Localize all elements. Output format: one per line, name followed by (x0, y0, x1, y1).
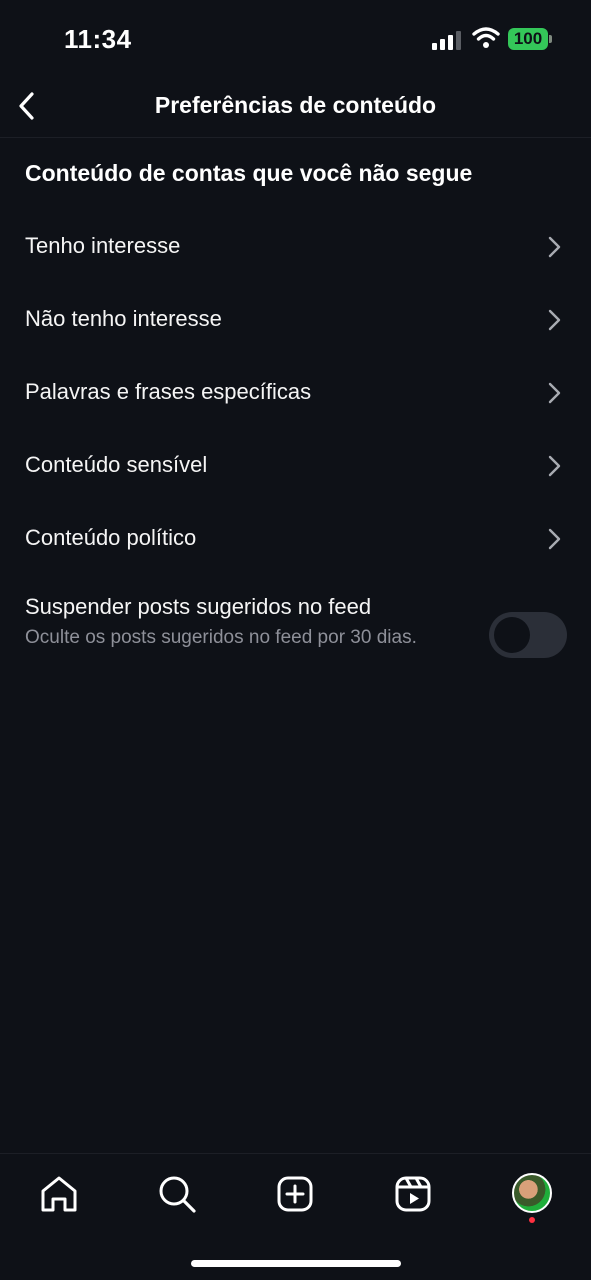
chevron-right-icon (548, 236, 561, 258)
menu-item-label: Conteúdo sensível (25, 452, 208, 477)
snooze-toggle[interactable] (489, 612, 567, 658)
content-preferences-screen: 11:34 100 Preferências de conteúdo Conte… (0, 0, 591, 1280)
header: Preferências de conteúdo (0, 76, 591, 138)
battery-level: 100 (513, 29, 543, 48)
home-icon[interactable] (37, 1172, 81, 1216)
status-bar: 11:34 100 (0, 0, 591, 76)
section-title: Conteúdo de contas que você não segue (25, 160, 473, 186)
battery-tip (549, 35, 552, 43)
chevron-right-icon (548, 455, 561, 477)
snooze-description: Oculte os posts sugeridos no feed por 30… (25, 627, 417, 648)
menu-item-specific-words[interactable]: Palavras e frases específicas (0, 357, 591, 430)
menu-item-label: Palavras e frases específicas (25, 379, 312, 404)
status-time: 11:34 (64, 24, 132, 54)
back-button[interactable] (8, 84, 52, 128)
menu-item-not-interested[interactable]: Não tenho interesse (0, 284, 591, 357)
create-icon[interactable] (273, 1172, 317, 1216)
snooze-suggested-posts-row: Suspender posts sugeridos no feed Oculte… (0, 588, 591, 688)
menu-item-label: Tenho interesse (25, 233, 181, 258)
menu-item-sensitive-content[interactable]: Conteúdo sensível (0, 430, 591, 503)
menu-item-interested[interactable]: Tenho interesse (0, 211, 591, 284)
snooze-title: Suspender posts sugeridos no feed (25, 594, 372, 619)
profile-avatar[interactable] (512, 1173, 552, 1213)
page-title: Preferências de conteúdo (154, 92, 437, 118)
notification-dot (529, 1217, 535, 1223)
chevron-right-icon (548, 528, 561, 550)
menu-item-political-content[interactable]: Conteúdo político (0, 503, 591, 576)
cellular-signal-icon (432, 31, 461, 50)
menu-item-label: Não tenho interesse (25, 306, 222, 331)
home-indicator (191, 1260, 401, 1267)
chevron-right-icon (548, 382, 561, 404)
wifi-icon (472, 27, 500, 48)
search-icon[interactable] (155, 1172, 199, 1216)
menu-item-label: Conteúdo político (25, 525, 197, 550)
chevron-right-icon (548, 309, 561, 331)
battery-icon: 100 (508, 28, 548, 50)
toggle-knob (494, 617, 530, 653)
reels-icon[interactable] (391, 1172, 435, 1216)
